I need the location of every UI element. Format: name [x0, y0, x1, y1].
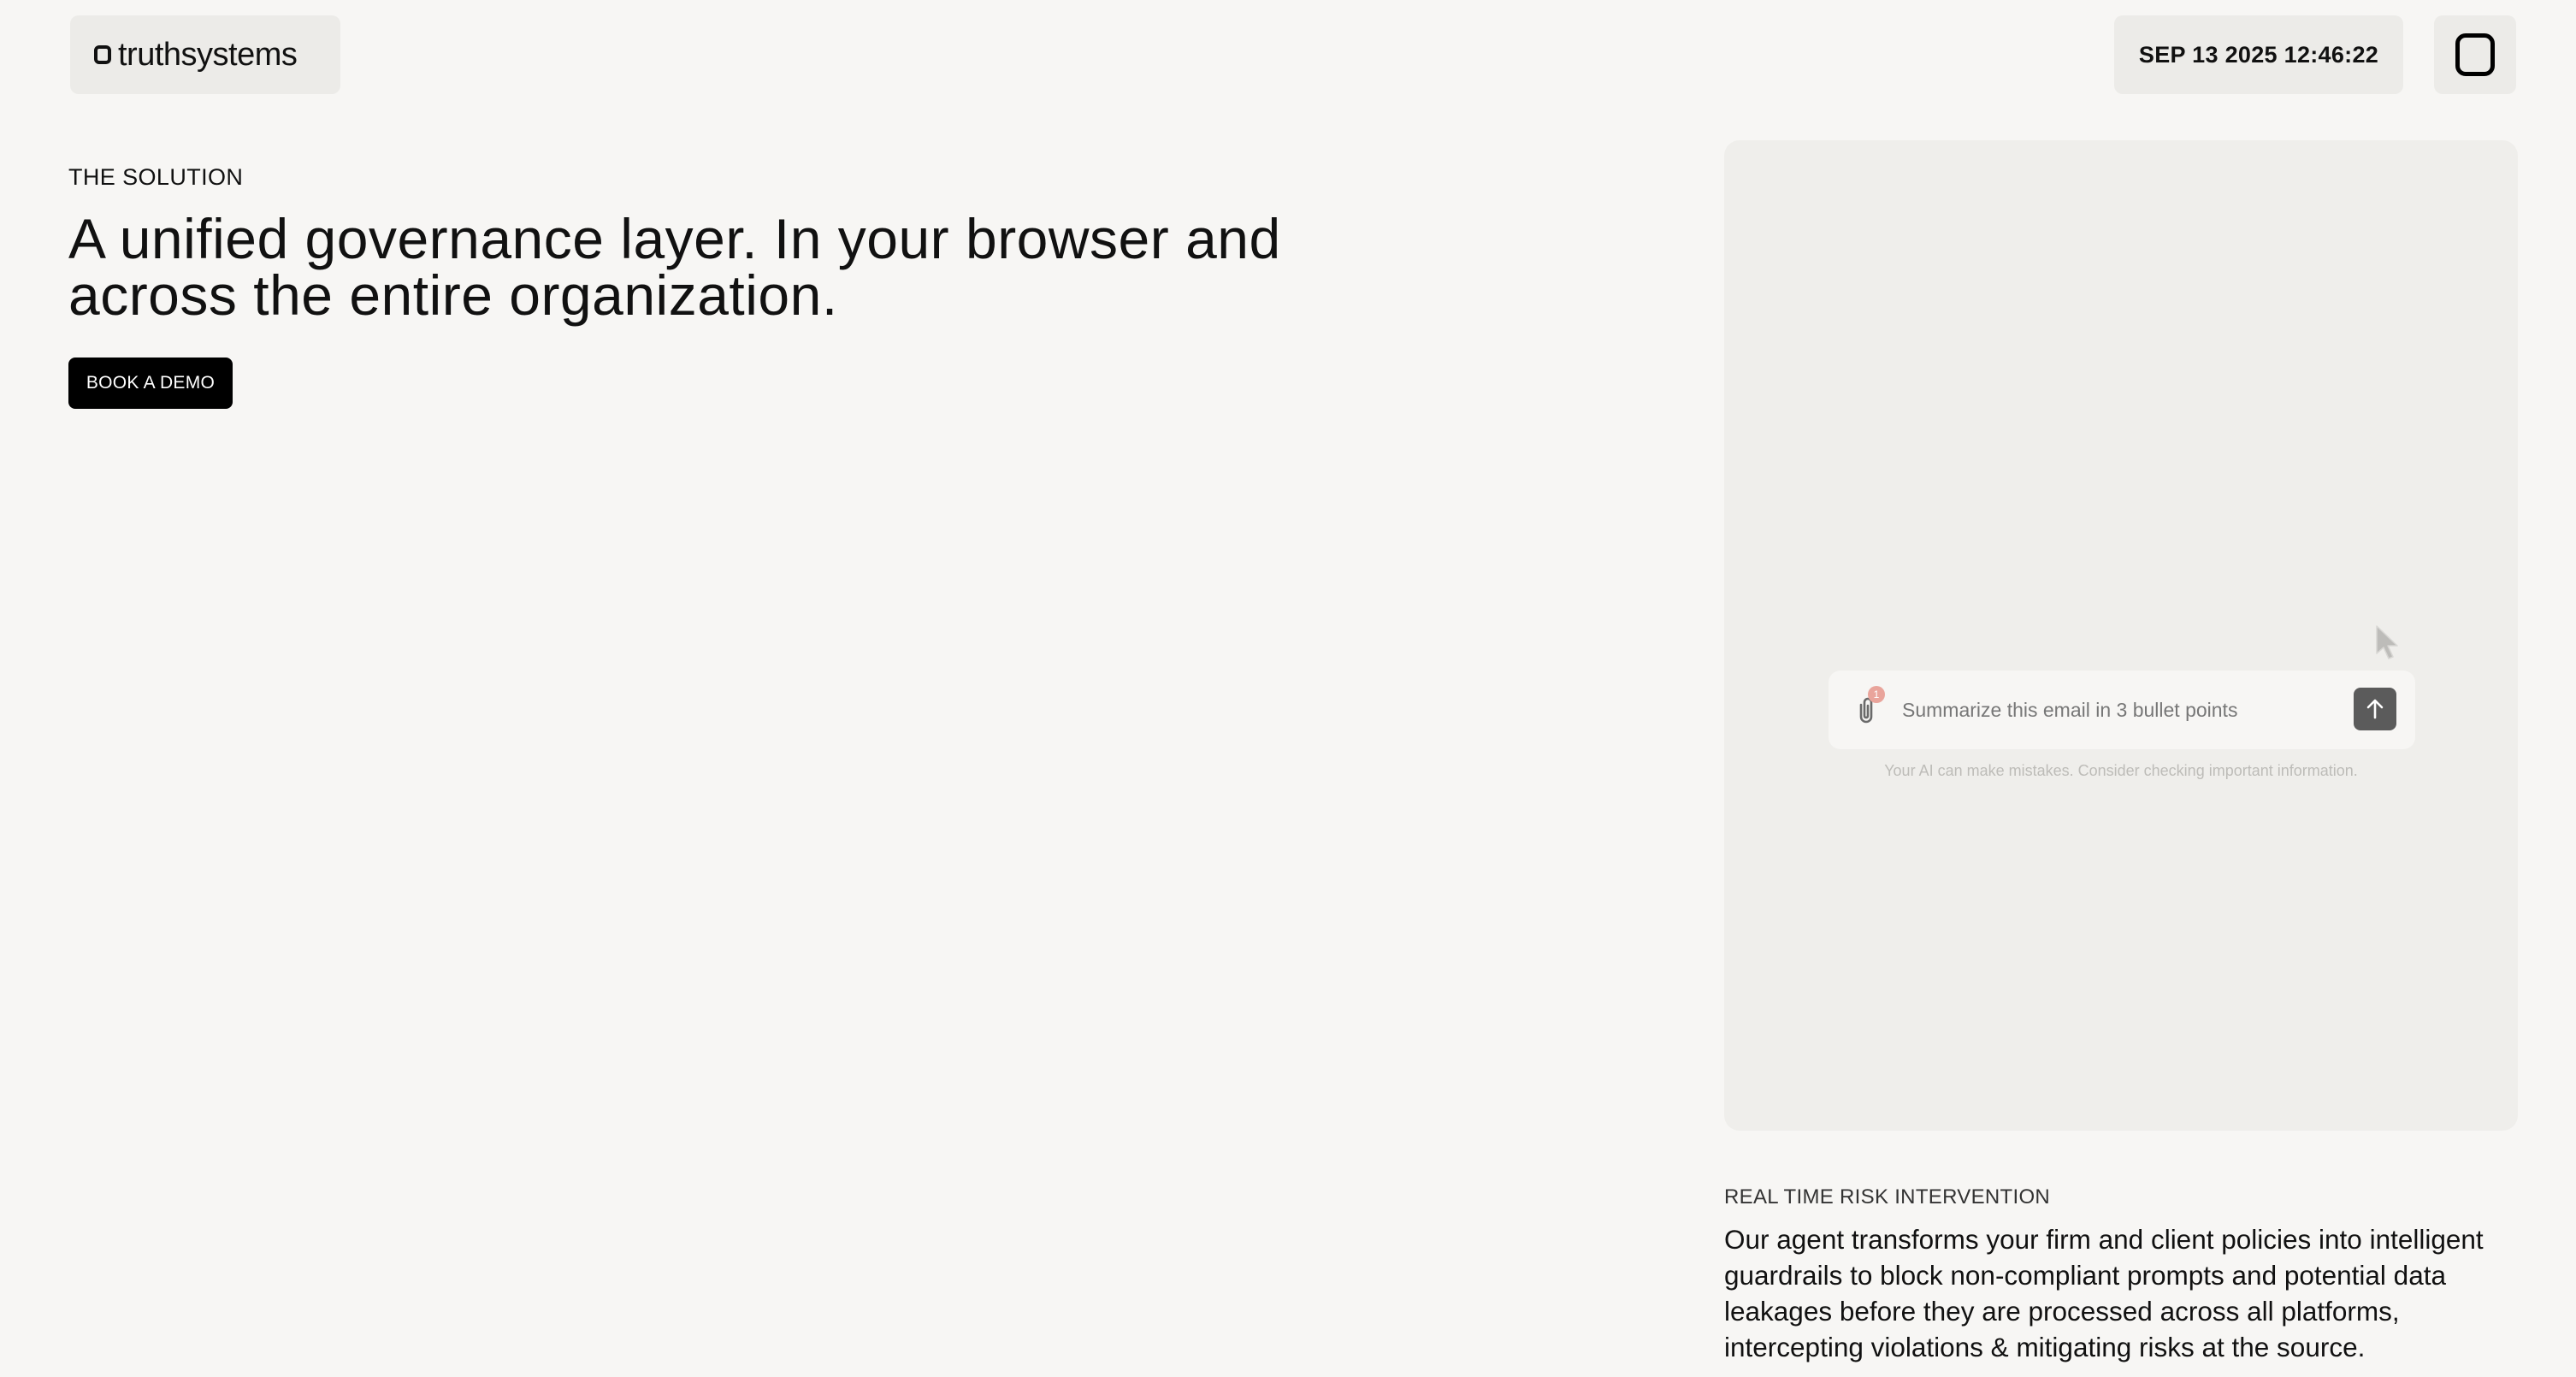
logo-link[interactable]: truthsystems — [70, 15, 340, 94]
ai-disclaimer: Your AI can make mistakes. Consider chec… — [1884, 762, 2358, 779]
logo-mark-icon — [94, 45, 111, 64]
attachment-badge: 1 — [1868, 686, 1885, 703]
menu-square-icon — [2455, 33, 2495, 76]
logo-text: truthsystems — [118, 36, 298, 73]
chat-input-bar[interactable]: 1 Summarize this email in 3 bullet point… — [1829, 671, 2415, 749]
feature-eyebrow: REAL TIME RISK INTERVENTION — [1724, 1185, 2051, 1209]
menu-button[interactable] — [2434, 15, 2516, 94]
arrow-up-icon — [2366, 699, 2384, 719]
datetime-display: SEP 13 2025 12:46:22 — [2114, 15, 2403, 94]
book-demo-button[interactable]: BOOK A DEMO — [68, 358, 233, 409]
chat-input-text[interactable]: Summarize this email in 3 bullet points — [1902, 671, 2237, 749]
page-title: A unified governance layer. In your brow… — [68, 207, 1281, 327]
section-eyebrow: THE SOLUTION — [68, 164, 244, 190]
send-button[interactable] — [2354, 688, 2396, 730]
demo-panel: 1 Summarize this email in 3 bullet point… — [1724, 140, 2518, 1131]
feature-description: Our agent transforms your firm and clien… — [1724, 1224, 2484, 1362]
mouse-pointer-icon — [2376, 625, 2398, 659]
